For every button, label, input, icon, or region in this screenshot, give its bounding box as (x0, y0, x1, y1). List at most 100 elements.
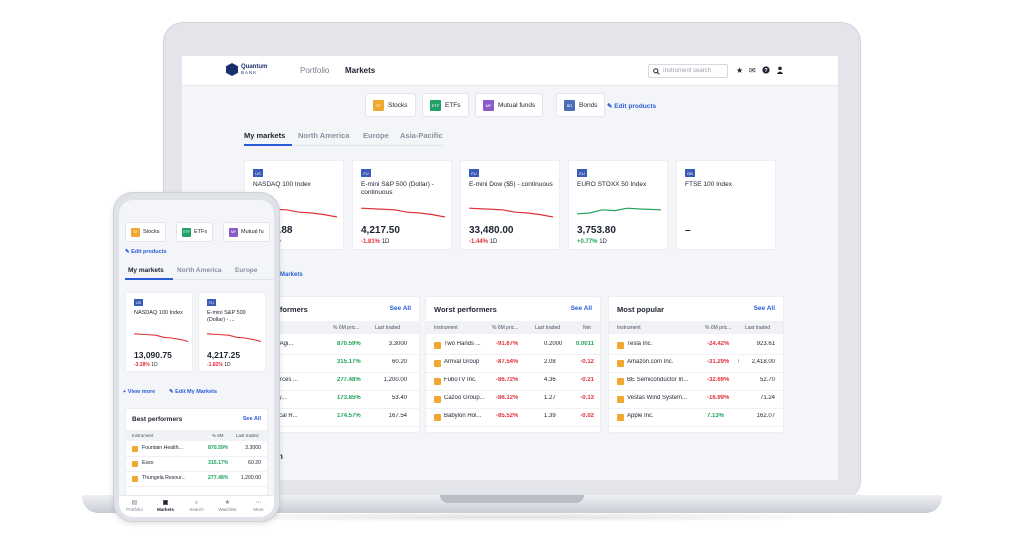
edit-products-link[interactable]: ✎ Edit products (607, 102, 656, 110)
cell-net: -0.02 (580, 413, 594, 419)
table-row[interactable]: Two Hands ... -91.67% 0.2000 0.0011 (426, 337, 600, 355)
bottom-nav-markets[interactable]: ▣ Markets (150, 499, 181, 512)
view-more-link[interactable]: + View more (123, 389, 155, 395)
table-row[interactable]: Esso 315.17% 60.20 (126, 457, 267, 472)
user-icon[interactable] (776, 66, 784, 76)
edit-my-markets-link[interactable]: ✎ Edit My Markets (169, 389, 217, 395)
sparkline-down (207, 333, 261, 343)
cell-name: Tesla Inc. (627, 341, 653, 347)
cell-name: Amazon.com Inc. (627, 359, 674, 365)
cell-last: 71.24 (759, 395, 775, 401)
bottom-nav-search[interactable]: ⌕ Search (181, 499, 212, 512)
nav-markets[interactable]: Markets (345, 66, 375, 75)
instrument-icon (132, 446, 138, 452)
instrument-icon (132, 476, 138, 482)
tab-my-markets[interactable]: My markets (244, 131, 285, 140)
bottom-nav-more[interactable]: ⋯ More (243, 499, 274, 512)
cell-last: 3.3000 (245, 445, 261, 451)
table-row[interactable]: Vestas Wind System... -16.99% 71.24 (609, 391, 783, 409)
cell-last: 1.27 (544, 395, 556, 401)
portfolio-icon: ▤ (131, 500, 138, 506)
cell-last: 923.61 (756, 341, 775, 347)
manage-markets-link[interactable]: Markets (280, 272, 303, 278)
table-row[interactable]: Tesla Inc. -24.42% 923.61 (609, 337, 783, 355)
tab-north-america[interactable]: North America (298, 131, 349, 140)
mobile-tab-north-america[interactable]: North America (177, 267, 222, 274)
svg-text:?: ? (764, 68, 768, 74)
mobile-tab-my-markets[interactable]: My markets (128, 267, 164, 274)
index-card[interactable]: GB FTSE 100 Index – (676, 160, 776, 250)
bottom-nav-watchlist[interactable]: ★ Watchlist (212, 499, 243, 512)
index-card[interactable]: EU EURO STOXX 50 Index 3,753.80 +0.77% 1D (568, 160, 668, 250)
cell-pct: 870.59% (337, 341, 361, 347)
category-chip-etfs[interactable]: ETF ETFs (422, 93, 469, 117)
instrument-search-input[interactable]: Instrument search (648, 64, 728, 78)
mobile-index-card[interactable]: US NASDAQ 100 Index 13,090.75 -3.28% 1D (125, 292, 193, 372)
instrument-icon (617, 360, 624, 367)
table-row[interactable]: Cazoo Group... -86.12% 1.27 -0.13 (426, 391, 600, 409)
cell-pct: -85.52% (496, 413, 519, 419)
mail-icon[interactable]: ✉ (749, 66, 756, 75)
table-row[interactable]: BE Semiconductor In... -32.69% 52.70 (609, 373, 783, 391)
index-card[interactable]: FU E-mini S&P 500 (Dollar) - continuous 4,… (352, 160, 452, 250)
category-icon: ST (131, 227, 140, 237)
table-row[interactable]: FuboTV Inc. -86.72% 4.36 -0.21 (426, 373, 600, 391)
category-icon: ETF (182, 227, 191, 237)
table-row[interactable]: Babylon Hol... -85.52% 1.39 -0.02 (426, 409, 600, 427)
mobile-category-chip-etfs[interactable]: ETF ETFs (176, 222, 214, 242)
flag-icon: US (134, 299, 143, 306)
category-chip-bonds[interactable]: BD Bonds (556, 93, 606, 117)
table-row[interactable]: Arrival Group -87.54% 2.08 -0.12 (426, 355, 600, 373)
index-name: FTSE 100 Index (685, 181, 732, 188)
table-row[interactable]: Apple Inc. 7.13% 162.07 (609, 409, 783, 427)
table-row[interactable]: Thungela Resour... 277.48% 1,200.00 (126, 472, 267, 487)
cell-pct: -24.42% (707, 341, 730, 347)
index-card[interactable]: FU E-mini Dow ($5) - continuous 33,480.00 -… (460, 160, 560, 250)
cell-name: Arrival Group (444, 359, 480, 365)
cell-name: Cazoo Group... (444, 395, 485, 401)
cell-net: 0.0011 (575, 341, 594, 347)
index-value: 3,753.80 (577, 225, 616, 236)
tab-europe[interactable]: Europe (363, 131, 389, 140)
cell-name: BE Semiconductor In... (627, 377, 689, 383)
trend-arrow-icon: ↑ (737, 359, 740, 365)
cube-logo-icon (226, 63, 238, 76)
star-icon[interactable]: ★ (736, 66, 743, 75)
cell-pct: 277.48% (337, 377, 361, 383)
see-all-link[interactable]: See All (243, 416, 261, 422)
flag-icon: FU (469, 169, 479, 177)
tab-asia-pacific[interactable]: Asia-Pacific (400, 131, 443, 140)
bottom-nav-portfolio[interactable]: ▤ Portfolio (119, 499, 150, 512)
cell-name: Esso (142, 460, 154, 466)
table-row[interactable]: Fountain Health... 870.59% 3.3000 (126, 442, 267, 457)
see-all-link[interactable]: See All (754, 305, 775, 312)
cell-pct: -32.69% (707, 377, 730, 383)
see-all-link[interactable]: See All (571, 305, 592, 312)
category-chip-mutual-funds[interactable]: MF Mutual funds (475, 93, 544, 117)
sparkline-path (577, 207, 661, 215)
sparkline-up (577, 207, 661, 215)
mobile-category-chip-stocks[interactable]: ST Stocks (125, 222, 166, 242)
table-row[interactable]: Amazon.com Inc. -31.29% 2,418.00 ↑ (609, 355, 783, 373)
sparkline-path (469, 207, 553, 218)
brand-logo[interactable]: Quantum BANK (226, 63, 267, 76)
instrument-icon (434, 342, 441, 349)
index-change: -1.82% 1D (207, 362, 231, 368)
search-icon: ⌕ (194, 500, 199, 506)
see-all-link[interactable]: See All (390, 305, 411, 312)
index-name: NASDAQ 100 Index (253, 181, 311, 188)
help-icon[interactable]: ? (762, 66, 770, 76)
instrument-icon (434, 414, 441, 421)
nav-portfolio[interactable]: Portfolio (300, 66, 329, 75)
mobile-edit-products-link[interactable]: ✎ Edit products (125, 249, 167, 255)
mobile-tab-europe[interactable]: Europe (235, 267, 257, 274)
cell-last: 2.08 (544, 359, 556, 365)
cell-last: 0.2000 (544, 341, 563, 347)
mobile-best-performers-panel: Best performers See All Instrument % 6M … (125, 408, 268, 496)
mobile-category-chip-mutual-fu[interactable]: MF Mutual fu (223, 222, 270, 242)
category-chip-stocks[interactable]: ST Stocks (365, 93, 416, 117)
mobile-index-card[interactable]: FU E-mini S&P 500 (Dollar) - ... 4,217.25 -… (198, 292, 266, 372)
cell-net: -0.12 (580, 359, 594, 365)
cell-last: 53.40 (391, 395, 407, 401)
category-icon: MF (229, 227, 238, 237)
